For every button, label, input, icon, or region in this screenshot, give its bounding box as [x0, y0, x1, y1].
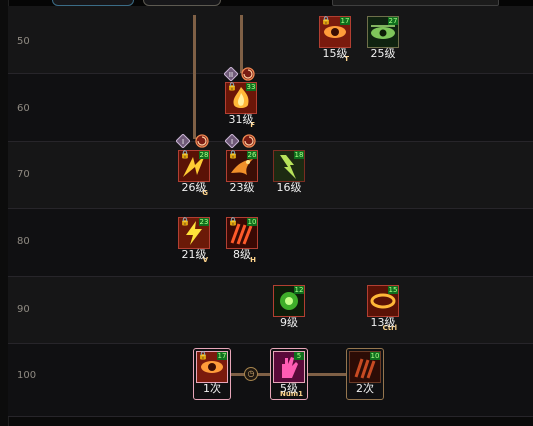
skill-red-claw-80[interactable]: 🔒 10 H 8级 [226, 217, 258, 265]
level-label: 70 [17, 169, 30, 180]
level-label: 50 [17, 36, 30, 47]
skill-count: 33 [246, 83, 256, 91]
prereq-line [240, 15, 243, 73]
skill-level-label: 25级 [370, 47, 396, 60]
skill-level-label: 5级 [280, 382, 298, 395]
lock-icon: 🔒 [321, 16, 331, 25]
prereq-line [193, 15, 196, 139]
skill-level-label: 8级 [233, 248, 251, 261]
skill-flame-60[interactable]: 🔒 33 F 31级 [225, 82, 257, 130]
lock-icon: 🔒 [180, 217, 190, 226]
skill-eye-50[interactable]: 🔒 17 T 15级 [319, 16, 351, 64]
skill-fire-bird-70[interactable]: 🔒 26 23级 [226, 150, 258, 198]
skill-level-label: 13级 [370, 316, 396, 329]
swirl-icon [195, 134, 209, 148]
skill-fire-ring-90[interactable]: 15 Ctrl 13级 [367, 285, 399, 333]
skill-pink-hand-100[interactable]: 5 Num1 5级 [270, 348, 308, 400]
skill-dark-claw-100[interactable]: 10 2次 [346, 348, 384, 400]
level-label: 100 [17, 370, 37, 381]
lock-icon: 🔒 [180, 150, 190, 159]
skill-green-orb-90[interactable]: 12 9级 [273, 285, 305, 333]
level-label: 90 [17, 304, 30, 315]
level-row-50: 50 [8, 6, 533, 74]
diamond-tag-icon: II [224, 67, 238, 81]
lock-icon: 🔒 [198, 351, 208, 360]
skill-green-eye-50[interactable]: 27 25级 [367, 16, 399, 64]
skill-count: 27 [388, 17, 398, 25]
skill-lightning-claw-70[interactable]: 18 16级 [273, 150, 305, 198]
skill-level-label: 1次 [203, 382, 221, 395]
skill-count: 12 [294, 286, 304, 294]
lock-icon: 🔒 [228, 150, 238, 159]
level-row-90: 90 [8, 277, 533, 344]
swirl-icon [242, 134, 256, 148]
skill-count: 15 [388, 286, 398, 294]
level-row-60: 60 [8, 74, 533, 142]
level-label: 80 [17, 236, 30, 247]
skill-count: 10 [370, 352, 380, 360]
level-row-80: 80 [8, 209, 533, 277]
skill-count: 18 [294, 151, 304, 159]
skill-count: 28 [199, 151, 209, 159]
skill-level-label: 15级 [322, 47, 348, 60]
skill-count: 5 [294, 352, 304, 360]
lock-icon: 🔒 [228, 217, 238, 226]
skill-level-label: 9级 [280, 316, 298, 329]
swirl-icon [241, 67, 255, 81]
lock-icon: 🔒 [227, 82, 237, 91]
roman-tag: I [231, 138, 233, 146]
level-label: 60 [17, 103, 30, 114]
skill-count: 17 [217, 352, 227, 360]
diamond-tag-icon: I [176, 134, 190, 148]
prereq-line [307, 373, 347, 376]
skill-eye-100[interactable]: 🔒 17 1次 [193, 348, 231, 400]
clock-icon: ◷ [244, 367, 258, 381]
skill-count: 26 [247, 151, 257, 159]
skill-level-label: 2次 [356, 382, 374, 395]
skill-lightning-80[interactable]: 🔒 23 V 21级 [178, 217, 210, 265]
skill-count: 23 [199, 218, 209, 226]
skill-level-label: 31级 [228, 113, 254, 126]
skill-level-label: 26级 [181, 181, 207, 194]
skill-count: 17 [340, 17, 350, 25]
diamond-tag-icon: I [225, 134, 239, 148]
level-row-70: 70 [8, 142, 533, 209]
roman-tag: I [182, 138, 184, 146]
roman-tag: II [229, 71, 233, 79]
skill-level-label: 16级 [276, 181, 302, 194]
skill-level-label: 23级 [229, 181, 255, 194]
skill-count: 10 [247, 218, 257, 226]
skill-fire-slash-70[interactable]: 🔒 28 G 26级 [178, 150, 210, 198]
skill-level-label: 21级 [181, 248, 207, 261]
